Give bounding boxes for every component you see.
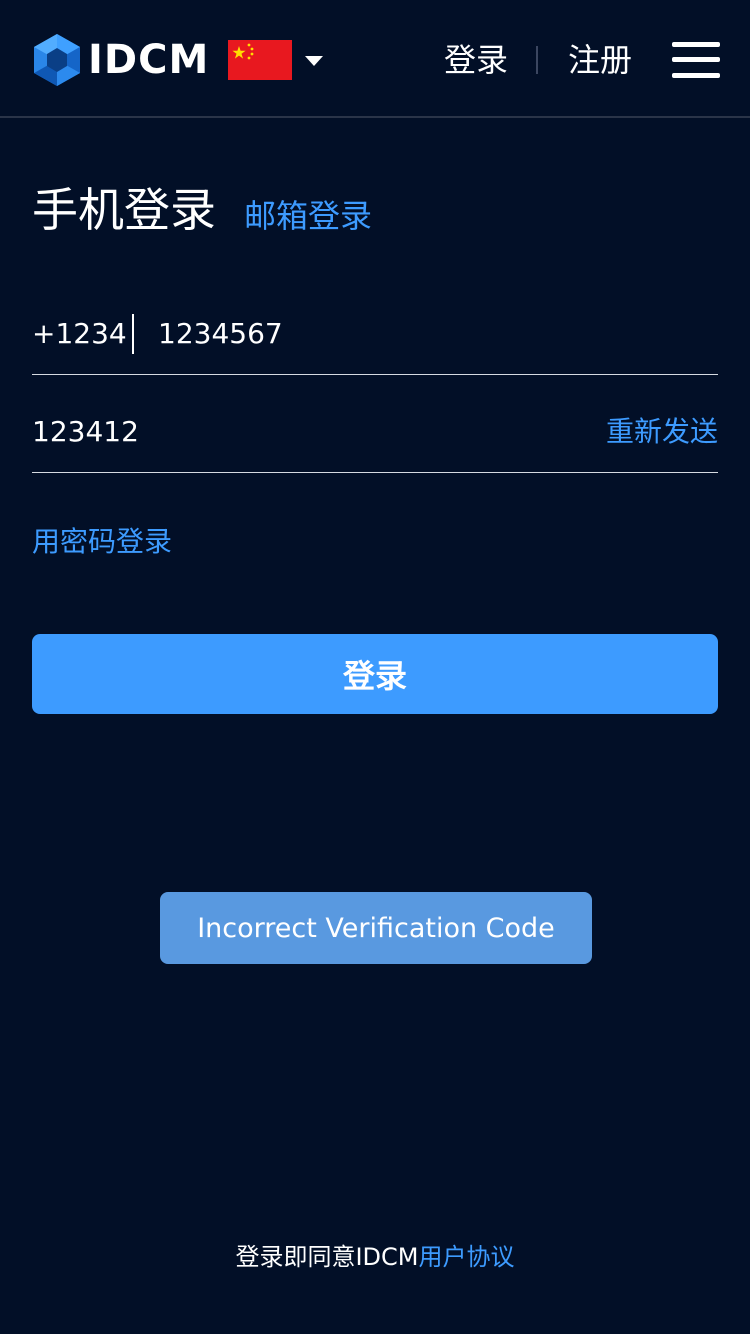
tab-email-login[interactable]: 邮箱登录 <box>244 194 372 238</box>
code-field-row: 重新发送 <box>32 398 718 473</box>
menu-bar <box>672 73 720 78</box>
country-flag-button[interactable] <box>228 40 292 80</box>
phone-field-row: +1234 <box>32 300 718 375</box>
top-header: IDCM 登录 注册 <box>0 0 750 118</box>
phone-divider <box>132 314 134 354</box>
brand-name: IDCM <box>88 37 210 83</box>
menu-bar <box>672 42 720 47</box>
user-agreement-link[interactable]: 用户协议 <box>419 1243 515 1271</box>
phone-number-input[interactable] <box>158 314 698 354</box>
header-login-link[interactable]: 登录 <box>444 38 508 82</box>
menu-bar <box>672 57 720 62</box>
header-divider <box>536 46 538 74</box>
password-login-link[interactable]: 用密码登录 <box>32 522 172 562</box>
hamburger-menu-icon[interactable] <box>672 42 720 78</box>
verification-code-input[interactable] <box>32 412 552 452</box>
idcm-logo-icon <box>34 34 80 86</box>
chevron-down-icon[interactable] <box>305 56 323 66</box>
country-code-selector[interactable]: +1234 <box>32 314 127 354</box>
tab-phone-login[interactable]: 手机登录 <box>32 180 216 240</box>
resend-code-button[interactable]: 重新发送 <box>606 412 718 452</box>
header-register-link[interactable]: 注册 <box>568 38 632 82</box>
footer-prefix: 登录即同意IDCM <box>235 1243 419 1271</box>
china-flag-icon <box>228 40 292 80</box>
error-toast: Incorrect Verification Code <box>160 892 592 964</box>
login-submit-button[interactable]: 登录 <box>32 634 718 714</box>
brand-logo[interactable]: IDCM <box>34 34 209 86</box>
toast-message: Incorrect Verification Code <box>197 912 555 944</box>
footer-agreement: 登录即同意IDCM用户协议 <box>0 1240 750 1274</box>
